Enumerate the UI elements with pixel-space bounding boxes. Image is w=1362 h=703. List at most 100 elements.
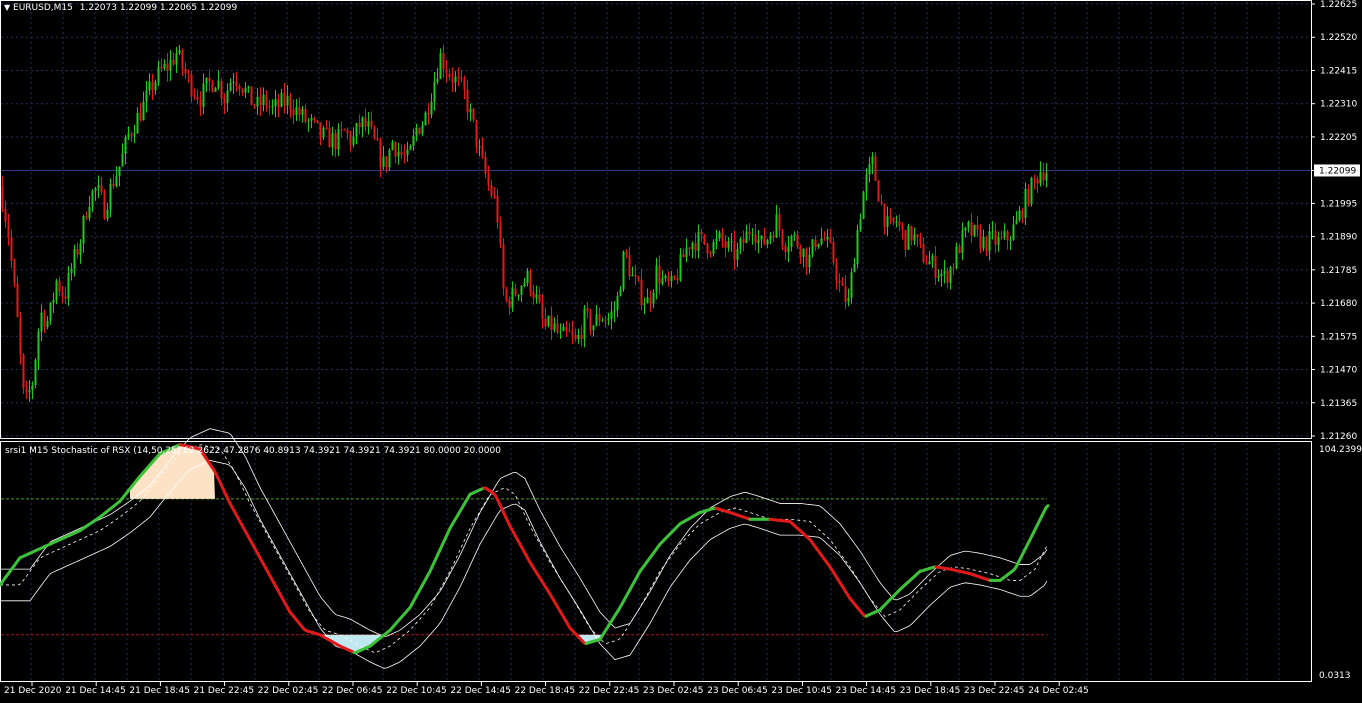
candle-body <box>260 97 262 105</box>
candle-body <box>497 196 499 223</box>
candle-body <box>251 86 253 105</box>
candle-body <box>140 113 142 120</box>
candle-body <box>908 226 910 250</box>
stochastic-main-segment <box>1046 506 1048 508</box>
candle-body <box>95 188 97 191</box>
candle-body <box>644 303 646 305</box>
candle-body <box>341 129 343 130</box>
candle-body <box>485 157 487 174</box>
candle-body <box>614 310 616 311</box>
candle-body <box>515 288 517 295</box>
candle-body <box>524 283 526 286</box>
candle-body <box>92 191 94 207</box>
candle-body <box>962 231 964 253</box>
candle-body <box>503 244 505 288</box>
candle-body <box>692 243 694 249</box>
candle-body <box>827 236 829 239</box>
candle-body <box>560 331 562 332</box>
candle-body <box>242 89 244 93</box>
candle-body <box>29 390 31 392</box>
time-axis-label: 23 Dec 06:45 <box>707 686 768 696</box>
candle-body <box>689 248 691 249</box>
candle-body <box>425 112 427 125</box>
candle-body <box>227 91 229 103</box>
candle-body <box>344 130 346 131</box>
time-axis-label: 23 Dec 02:45 <box>643 686 704 696</box>
chart-canvas[interactable]: 1.226251.225201.224151.223101.222051.219… <box>0 0 1362 700</box>
candle-body <box>161 67 163 69</box>
triangle-down-icon[interactable]: ▼ <box>4 3 10 12</box>
candle-body <box>932 256 934 261</box>
time-axis-label: 24 Dec 02:45 <box>1028 686 1089 696</box>
candle-body <box>1010 240 1012 241</box>
candle-body <box>572 332 574 335</box>
candle-body <box>5 209 7 222</box>
candle-body <box>809 255 811 267</box>
candle-body <box>719 233 721 239</box>
candle-body <box>884 204 886 227</box>
candle-body <box>404 155 406 156</box>
candle-body <box>566 327 568 331</box>
candle-body <box>1043 172 1045 180</box>
candle-body <box>71 269 73 273</box>
candle-body <box>230 83 232 91</box>
candle-body <box>575 335 577 339</box>
candle-body <box>494 196 496 197</box>
candle-body <box>740 239 742 249</box>
candle-body <box>536 294 538 298</box>
candle-body <box>125 137 127 154</box>
candle-body <box>977 225 979 229</box>
candle-body <box>263 95 265 105</box>
candle-body <box>350 133 352 145</box>
candle-body <box>416 128 418 136</box>
candle-body <box>467 89 469 112</box>
candle-body <box>392 142 394 150</box>
candle-body <box>731 241 733 242</box>
candle-body <box>188 74 190 75</box>
candle-body <box>35 360 37 385</box>
candle-body <box>68 273 70 299</box>
candle-body <box>602 321 604 322</box>
candle-body <box>1007 231 1009 240</box>
candle-body <box>245 88 247 93</box>
candle-body <box>728 241 730 247</box>
chart-window[interactable]: 1.226251.225201.224151.223101.222051.219… <box>0 0 1362 700</box>
current-price-label: 1.22099 <box>1319 166 1356 176</box>
candle-body <box>77 249 79 255</box>
candle-body <box>347 130 349 133</box>
candle-body <box>917 234 919 237</box>
candle-body <box>491 185 493 196</box>
candle-body <box>449 74 451 78</box>
candle-body <box>635 275 637 276</box>
candle-body <box>116 176 118 186</box>
candle-body <box>773 236 775 238</box>
candle-body <box>881 202 883 204</box>
candle-body <box>365 118 367 127</box>
time-axis-label: 22 Dec 10:45 <box>386 686 447 696</box>
candle-body <box>518 295 520 296</box>
candle-body <box>770 236 772 240</box>
candle-body <box>926 263 928 265</box>
candle-body <box>440 53 442 79</box>
candle-body <box>995 231 997 245</box>
candle-body <box>212 82 214 92</box>
candle-body <box>896 221 898 222</box>
candle-body <box>530 271 532 292</box>
candle-body <box>101 185 103 192</box>
candle-body <box>662 278 664 283</box>
candle-body <box>410 146 412 150</box>
symbol-header: ▼ EURUSD,M15 1.22073 1.22099 1.22065 1.2… <box>4 3 237 13</box>
candle-body <box>239 86 241 89</box>
candle-body <box>368 121 370 127</box>
candle-body <box>59 281 61 292</box>
candle-body <box>872 156 874 164</box>
time-axis-label: 21 Dec 22:45 <box>194 686 255 696</box>
candle-body <box>452 77 454 82</box>
candle-body <box>947 271 949 283</box>
candle-body <box>632 275 634 276</box>
candle-body <box>638 276 640 279</box>
price-axis-label: 1.22520 <box>1320 33 1357 43</box>
candle-body <box>1028 189 1030 204</box>
candle-body <box>980 229 982 248</box>
candle-body <box>290 96 292 110</box>
